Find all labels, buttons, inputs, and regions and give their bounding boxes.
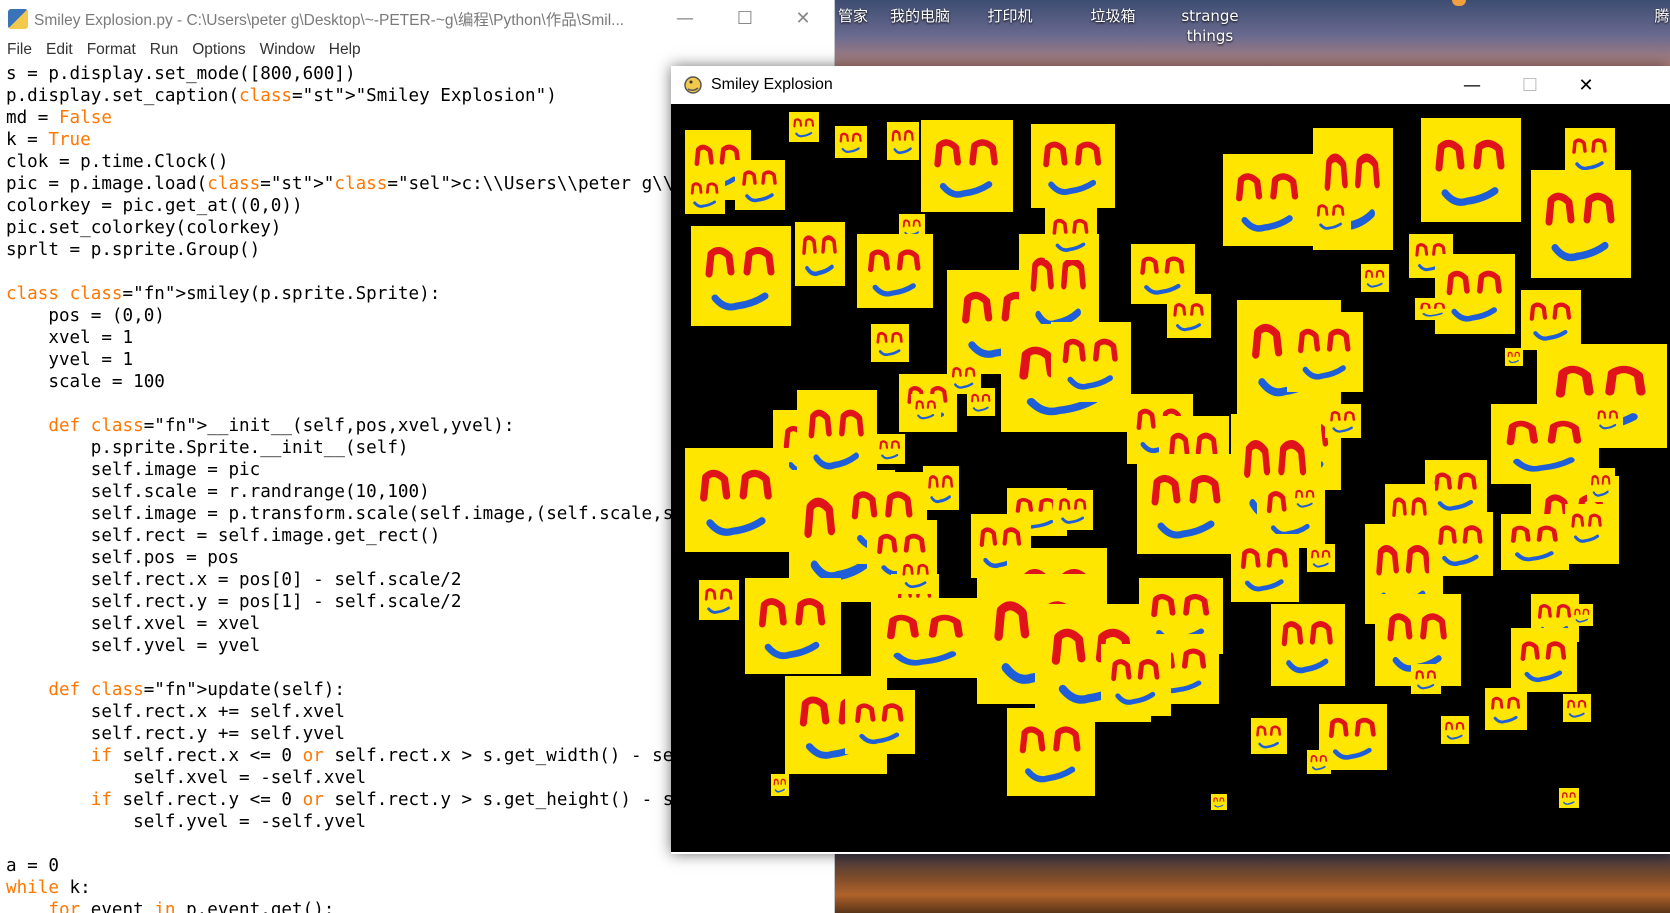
smiley-sprite bbox=[1291, 484, 1319, 512]
smiley-sprite bbox=[685, 448, 789, 552]
smiley-sprite bbox=[1521, 290, 1581, 350]
smiley-sprite bbox=[1501, 514, 1569, 570]
smiley-sprite bbox=[1031, 124, 1115, 208]
smiley-sprite bbox=[1563, 694, 1591, 722]
smiley-sprite bbox=[691, 226, 791, 326]
smiley-sprite bbox=[1137, 454, 1237, 554]
smiley-sprite bbox=[1571, 604, 1593, 626]
smiley-sprite bbox=[795, 222, 845, 286]
smiley-sprite bbox=[1531, 170, 1631, 278]
smiley-sprite bbox=[1045, 208, 1097, 260]
code-line: for event in p.event.get(): bbox=[48, 900, 335, 913]
smiley-sprite bbox=[875, 434, 905, 464]
smiley-sprite bbox=[1101, 644, 1171, 716]
smiley-sprite bbox=[1593, 404, 1623, 434]
smiley-sprite bbox=[1307, 750, 1331, 774]
pygame-minimize-button[interactable]: — bbox=[1443, 66, 1501, 104]
smiley-sprite bbox=[1411, 664, 1441, 694]
smiley-sprite bbox=[1325, 404, 1361, 438]
smiley-sprite bbox=[1051, 322, 1131, 402]
smiley-sprite bbox=[1441, 716, 1469, 744]
smiley-sprite bbox=[1231, 534, 1299, 602]
smiley-sprite bbox=[1559, 788, 1579, 808]
menu-format[interactable]: Format bbox=[87, 41, 136, 59]
smiley-sprite bbox=[1565, 504, 1609, 550]
smiley-sprite bbox=[699, 580, 739, 620]
smiley-sprite bbox=[887, 122, 919, 160]
smiley-sprite bbox=[1251, 718, 1287, 754]
desktop-icon-tencent[interactable]: 腾 bbox=[1652, 6, 1670, 26]
desktop-wallpaper-bottom bbox=[834, 852, 1670, 913]
smiley-sprite bbox=[1587, 468, 1615, 502]
pygame-window-title: Smiley Explosion bbox=[711, 76, 833, 93]
smiley-sprite bbox=[921, 120, 1013, 212]
smiley-sprite bbox=[1421, 118, 1521, 222]
smiley-sprite bbox=[923, 466, 959, 510]
desktop-icon-strange-things[interactable]: strange things bbox=[1170, 6, 1250, 46]
desktop-icon-my-computer[interactable]: 我的电脑 bbox=[880, 6, 960, 26]
pygame-snake-icon bbox=[683, 75, 703, 95]
smiley-sprite bbox=[897, 556, 935, 594]
desktop-icon-printer[interactable]: 打印机 bbox=[975, 6, 1045, 26]
pygame-titlebar[interactable]: Smiley Explosion — ☐ ✕ bbox=[671, 66, 1670, 104]
maximize-button[interactable]: ☐ bbox=[716, 0, 774, 37]
menu-run[interactable]: Run bbox=[150, 41, 178, 59]
smiley-sprite bbox=[1007, 708, 1095, 796]
menu-edit[interactable]: Edit bbox=[46, 41, 73, 59]
smiley-sprite bbox=[1287, 312, 1363, 392]
smiley-sprite bbox=[857, 234, 933, 308]
smiley-sprite bbox=[871, 324, 909, 362]
smiley-sprite bbox=[1491, 404, 1599, 484]
minimize-button[interactable]: — bbox=[656, 0, 714, 37]
smiley-sprite bbox=[789, 112, 819, 142]
smiley-sprite bbox=[1511, 628, 1577, 692]
python-file-icon bbox=[8, 8, 28, 29]
smiley-sprite bbox=[871, 598, 981, 678]
smiley-sprite bbox=[1307, 544, 1335, 572]
menu-file[interactable]: File bbox=[7, 41, 32, 59]
smiley-sprite bbox=[1053, 490, 1093, 530]
pygame-window: Smiley Explosion — ☐ ✕ bbox=[671, 66, 1670, 854]
menu-options[interactable]: Options bbox=[192, 41, 245, 59]
smiley-sprite bbox=[1211, 794, 1227, 810]
code-line: while k: bbox=[6, 878, 91, 898]
menu-help[interactable]: Help bbox=[329, 41, 361, 59]
desktop-icon-manager[interactable]: 管家 bbox=[828, 6, 878, 26]
close-button[interactable]: ✕ bbox=[774, 0, 832, 37]
smiley-sprite bbox=[1271, 604, 1345, 686]
smiley-sprite bbox=[1361, 264, 1389, 292]
smiley-sprite bbox=[1167, 294, 1211, 338]
smiley-sprite bbox=[967, 388, 995, 416]
code-line: a = 0 bbox=[6, 856, 59, 876]
idle-menubar: File Edit Format Run Options Window Help bbox=[0, 37, 834, 63]
smiley-sprite bbox=[745, 578, 841, 674]
smiley-sprite bbox=[735, 160, 785, 210]
pygame-maximize-button[interactable]: ☐ bbox=[1501, 66, 1559, 104]
smiley-sprite bbox=[1485, 688, 1527, 730]
smiley-sprite bbox=[845, 690, 915, 754]
smiley-sprite bbox=[1415, 298, 1451, 320]
pygame-close-button[interactable]: ✕ bbox=[1557, 66, 1615, 104]
desktop-icon-recycle-bin[interactable]: 垃圾箱 bbox=[1078, 6, 1148, 26]
smiley-sprite bbox=[1429, 512, 1493, 576]
smiley-sprite bbox=[771, 774, 789, 796]
idle-window-title: Smiley Explosion.py - C:\Users\peter g\D… bbox=[34, 11, 625, 29]
smiley-sprite bbox=[1435, 254, 1515, 334]
idle-titlebar[interactable]: Smiley Explosion.py - C:\Users\peter g\D… bbox=[0, 0, 834, 37]
smiley-sprite bbox=[1505, 348, 1523, 366]
smiley-sprite bbox=[1311, 196, 1351, 236]
smiley-sprite bbox=[911, 394, 941, 424]
pygame-canvas[interactable] bbox=[671, 104, 1670, 852]
smiley-sprite bbox=[835, 126, 867, 158]
smiley-sprite bbox=[1223, 154, 1313, 246]
menu-window[interactable]: Window bbox=[260, 41, 315, 59]
smiley-sprite bbox=[685, 174, 725, 214]
